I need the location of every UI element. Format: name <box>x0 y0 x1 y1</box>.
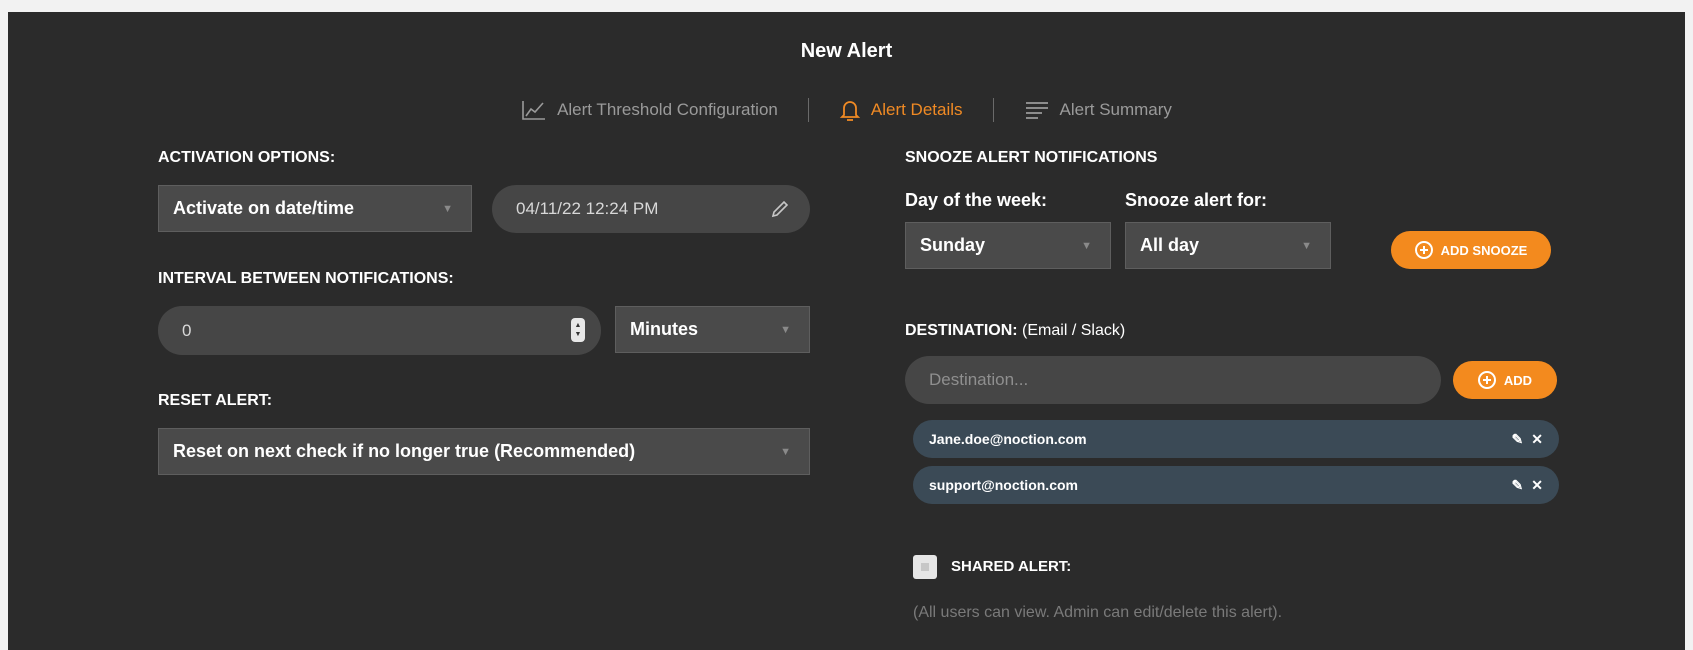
caret-down-icon: ▼ <box>442 202 453 215</box>
destination-label-bold: DESTINATION: <box>905 322 1018 339</box>
day-of-week-value: Sunday <box>920 235 986 255</box>
interval-label: INTERVAL BETWEEN NOTIFICATIONS: <box>158 270 454 287</box>
lines-icon <box>1025 102 1048 119</box>
step-separator <box>992 98 994 122</box>
edit-icon[interactable]: ✎ <box>1512 431 1524 448</box>
caret-down-icon: ▼ <box>1081 239 1092 252</box>
shared-alert-checkbox[interactable] <box>913 555 937 579</box>
stepper-icon[interactable]: ▲ ▼ <box>571 318 585 342</box>
snooze-for-label: Snooze alert for: <box>1125 190 1268 210</box>
step-alert-details-label: Alert Details <box>870 100 963 119</box>
reset-alert-label: RESET ALERT: <box>158 392 273 409</box>
caret-down-icon: ▼ <box>780 445 791 458</box>
add-destination-button[interactable]: ADD <box>1453 361 1557 399</box>
step-alert-summary-label: Alert Summary <box>1059 100 1172 119</box>
snooze-duration-select[interactable]: All day ▼ <box>1125 222 1331 269</box>
step-threshold-configuration[interactable]: Alert Threshold Configuration <box>521 99 778 121</box>
step-threshold-label: Alert Threshold Configuration <box>557 100 778 119</box>
destination-tag-actions: ✎ ✕ <box>1512 431 1543 448</box>
interval-number-input[interactable]: 0 ▲ ▼ <box>158 306 601 355</box>
activation-datetime-value: 04/11/22 12:24 PM <box>516 199 659 218</box>
shared-alert-note: (All users can view. Admin can edit/dele… <box>913 604 1283 621</box>
day-of-week-label: Day of the week: <box>905 190 1048 210</box>
activation-mode-select[interactable]: Activate on date/time ▼ <box>158 185 472 232</box>
destination-label: DESTINATION: (Email / Slack) <box>905 322 1125 340</box>
destination-tag-label: Jane.doe@noction.com <box>929 431 1087 447</box>
step-alert-details[interactable]: Alert Details <box>839 98 963 122</box>
caret-down-icon: ▼ <box>780 323 791 336</box>
step-alert-summary[interactable]: Alert Summary <box>1024 100 1172 120</box>
add-snooze-button[interactable]: ADD SNOOZE <box>1391 231 1551 269</box>
activation-mode-value: Activate on date/time <box>173 198 355 218</box>
chart-icon <box>522 101 546 120</box>
destination-input[interactable] <box>929 370 1339 390</box>
activation-options-label: ACTIVATION OPTIONS: <box>158 149 336 166</box>
destination-tag: support@noction.com ✎ ✕ <box>913 466 1559 504</box>
plus-circle-icon <box>1414 241 1433 259</box>
add-snooze-label: ADD SNOOZE <box>1440 242 1528 258</box>
interval-unit-value: Minutes <box>630 319 699 339</box>
step-navigation: Alert Threshold Configuration Alert Deta… <box>8 98 1685 122</box>
destination-input-wrapper <box>905 356 1441 404</box>
destination-tag-actions: ✎ ✕ <box>1512 477 1543 494</box>
new-alert-dialog: New Alert Alert Threshold Configuration … <box>8 12 1685 650</box>
close-icon[interactable]: ✕ <box>1531 477 1543 494</box>
dialog-title: New Alert <box>800 40 893 62</box>
pencil-icon[interactable] <box>770 199 790 219</box>
destination-tag-label: support@noction.com <box>929 477 1078 493</box>
add-destination-label: ADD <box>1503 372 1533 388</box>
edit-icon[interactable]: ✎ <box>1512 477 1524 494</box>
snooze-duration-value: All day <box>1140 235 1200 255</box>
bell-icon <box>839 101 861 121</box>
interval-value: 0 <box>182 320 192 340</box>
snooze-title: SNOOZE ALERT NOTIFICATIONS <box>905 149 1158 166</box>
close-icon[interactable]: ✕ <box>1531 431 1543 448</box>
day-of-week-select[interactable]: Sunday ▼ <box>905 222 1111 269</box>
interval-unit-select[interactable]: Minutes ▼ <box>615 306 810 353</box>
destination-label-hint: (Email / Slack) <box>1022 322 1126 339</box>
reset-alert-select[interactable]: Reset on next check if no longer true (R… <box>158 428 810 475</box>
plus-circle-icon <box>1477 371 1496 389</box>
destination-tag: Jane.doe@noction.com ✎ ✕ <box>913 420 1559 458</box>
step-separator <box>807 98 809 122</box>
reset-alert-value: Reset on next check if no longer true (R… <box>173 441 636 461</box>
caret-down-icon: ▼ <box>1301 239 1312 252</box>
activation-datetime-field[interactable]: 04/11/22 12:24 PM <box>492 185 810 233</box>
shared-alert-label: SHARED ALERT: <box>951 558 1072 575</box>
